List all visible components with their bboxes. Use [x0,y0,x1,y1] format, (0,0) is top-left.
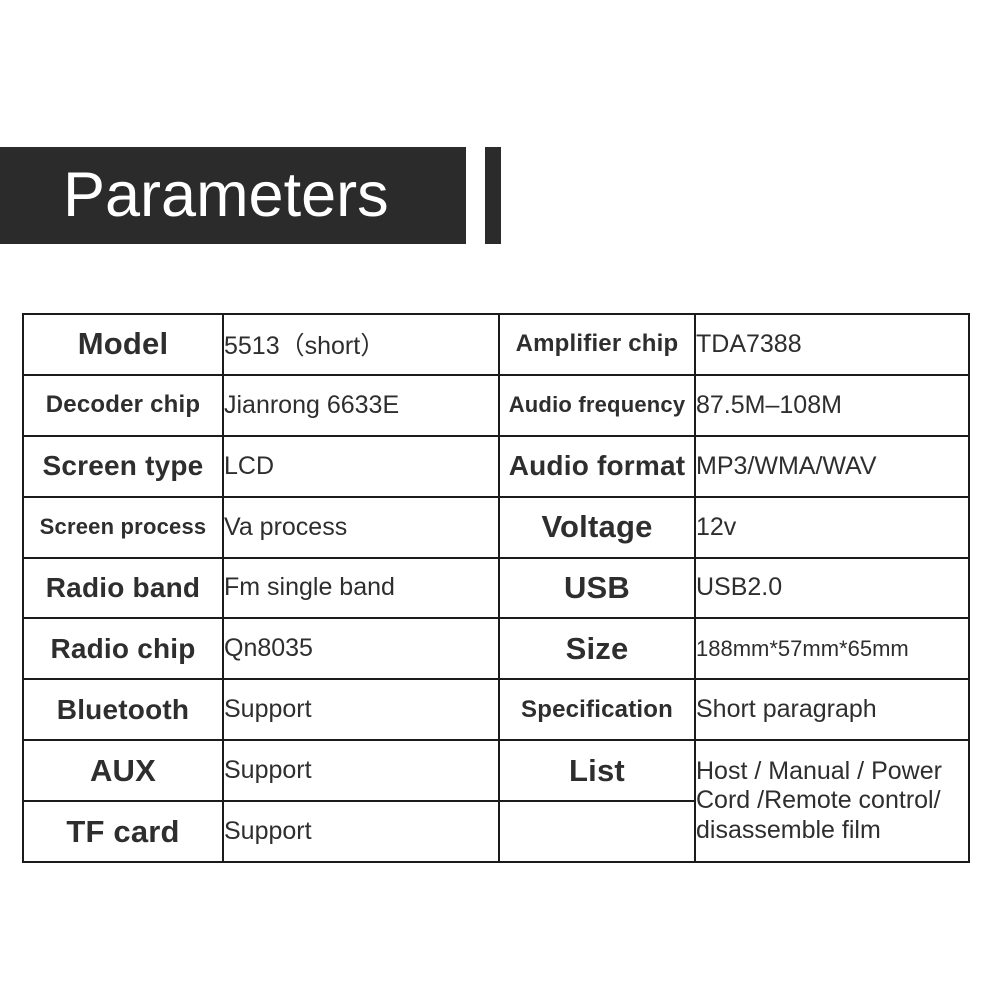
header-accent-bar [485,147,501,244]
spec-value-screen-type: LCD [222,434,500,498]
spec-label-empty [498,800,696,863]
spec-label-radio-band: Radio band [22,556,224,620]
spec-value-screen-process: Va process [222,495,500,559]
specification-table-container: Model 5513（short） Amplifier chip TDA7388… [22,313,970,863]
table-row: Model 5513（short） Amplifier chip TDA7388 [22,313,970,376]
spec-label-size: Size [498,617,696,681]
spec-value-radio-chip: Qn8035 [222,617,500,681]
spec-label-amplifier-chip: Amplifier chip [498,313,696,376]
spec-label-list: List [498,739,696,802]
spec-value-list-text: Host / Manual / Power Cord /Remote contr… [696,756,942,844]
spec-label-screen-process: Screen process [22,495,224,559]
table-row: Bluetooth Support Specification Short pa… [22,678,970,742]
table-row: AUX Support List Host / Manual / Power C… [22,739,970,863]
spec-label-aux: AUX [22,739,224,802]
spec-value-amplifier-chip: TDA7388 [694,313,970,376]
table-row: Radio band Fm single band USB USB2.0 [22,556,970,620]
spec-label-audio-frequency: Audio frequency [498,373,696,437]
table-row: Decoder chip Jianrong 6633E Audio freque… [22,373,970,437]
spec-value-bluetooth: Support [222,678,500,742]
spec-value-specification: Short paragraph [694,678,970,742]
spec-label-screen-type: Screen type [22,434,224,498]
spec-label-bluetooth: Bluetooth [22,678,224,742]
parameters-header-banner: Parameters [0,147,466,244]
specification-table: Model 5513（short） Amplifier chip TDA7388… [22,313,970,863]
spec-label-decoder-chip: Decoder chip [22,373,224,437]
spec-value-size: 188mm*57mm*65mm [694,617,970,681]
spec-label-tf-card: TF card [22,800,224,863]
spec-value-decoder-chip: Jianrong 6633E [222,373,500,437]
spec-label-specification: Specification [498,678,696,742]
spec-value-aux: Support [222,739,500,802]
spec-value-voltage: 12v [694,495,970,559]
spec-value-radio-band: Fm single band [222,556,500,620]
spec-label-voltage: Voltage [498,495,696,559]
spec-label-audio-format: Audio format [498,434,696,498]
spec-value-audio-frequency: 87.5M–108M [694,373,970,437]
spec-value-audio-format: MP3/WMA/WAV [694,434,970,498]
table-row: Screen type LCD Audio format MP3/WMA/WAV [22,434,970,498]
page-title: Parameters [63,160,389,230]
spec-value-usb: USB2.0 [694,556,970,620]
spec-value-tf-card: Support [222,800,500,863]
spec-label-model: Model [22,313,224,376]
spec-label-usb: USB [498,556,696,620]
spec-label-radio-chip: Radio chip [22,617,224,681]
spec-value-list: Host / Manual / Power Cord /Remote contr… [694,739,970,863]
table-row: Radio chip Qn8035 Size 188mm*57mm*65mm [22,617,970,681]
table-row: Screen process Va process Voltage 12v [22,495,970,559]
spec-value-model: 5513（short） [222,313,500,376]
